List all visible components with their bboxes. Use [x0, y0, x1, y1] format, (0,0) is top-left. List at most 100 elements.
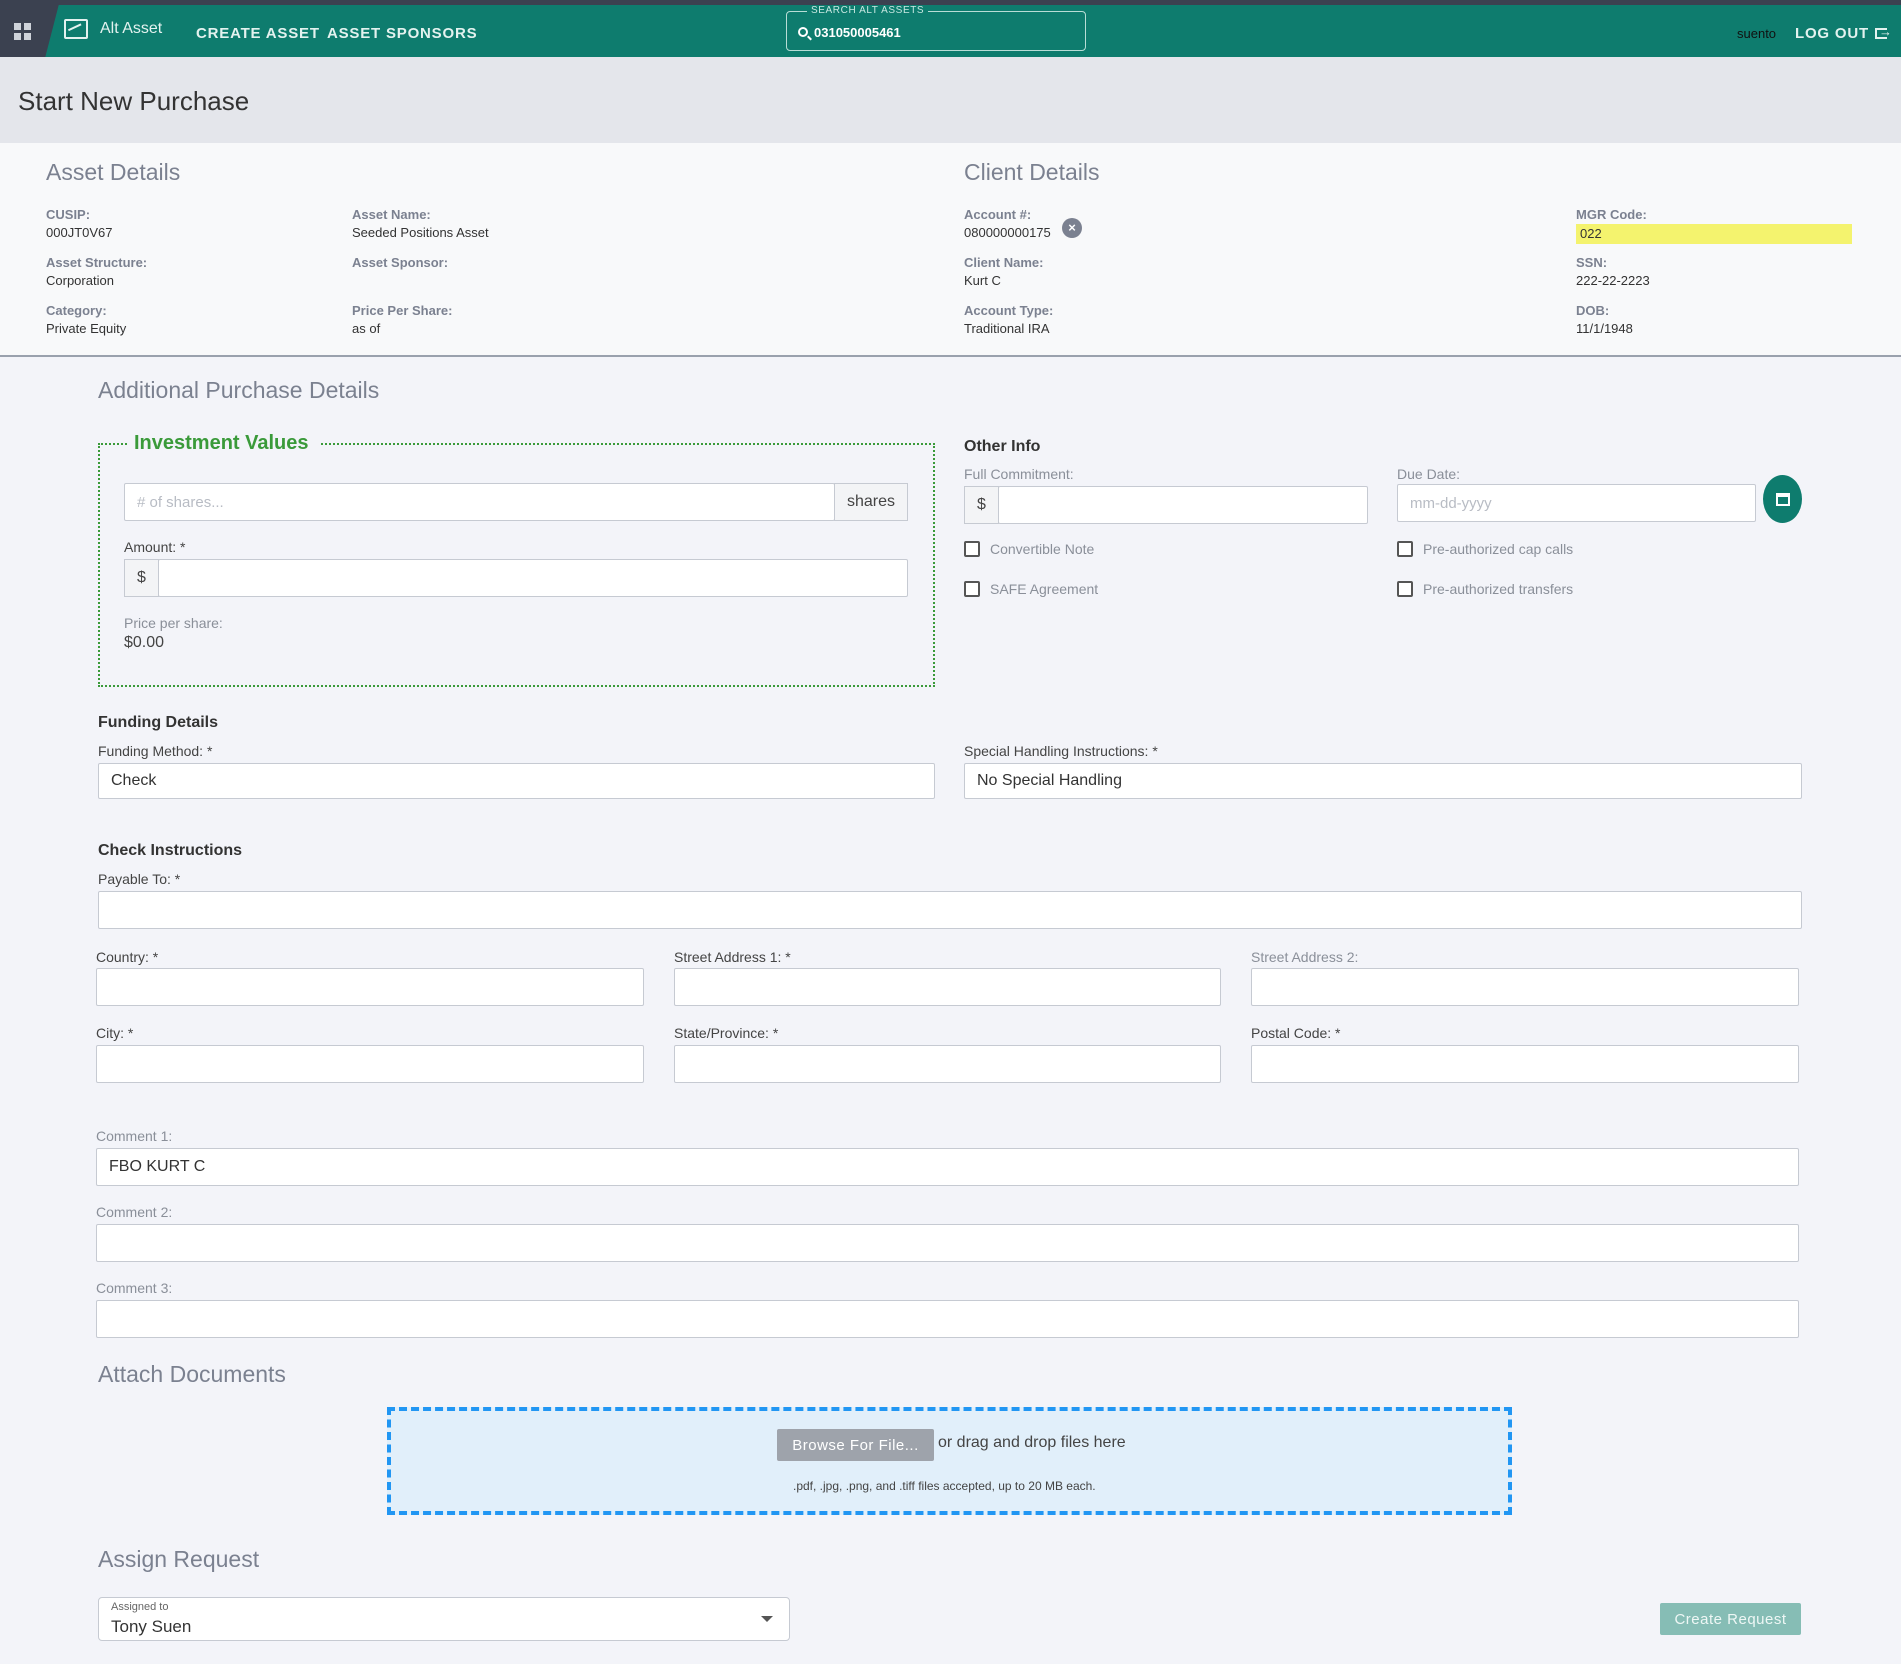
state-input[interactable]: [674, 1045, 1221, 1083]
special-handling-select[interactable]: No Special Handling: [964, 763, 1802, 799]
ssn-label: SSN:: [1576, 255, 1608, 270]
brand-link[interactable]: Alt Asset: [64, 19, 162, 39]
street1-input[interactable]: [674, 968, 1221, 1006]
client-details-heading: Client Details: [964, 159, 1100, 185]
asset-name-value: Seeded Positions Asset: [352, 225, 489, 240]
title-band: Start New Purchase: [0, 57, 1901, 143]
price-per-share-calc-value: $0.00: [124, 634, 165, 651]
special-handling-label: Special Handling Instructions: *: [964, 743, 1158, 759]
checkbox-box[interactable]: [964, 541, 980, 557]
account-type-value: Traditional IRA: [964, 321, 1050, 336]
clear-account-icon[interactable]: ×: [1062, 218, 1082, 238]
safe-agreement-checkbox[interactable]: SAFE Agreement: [964, 581, 1098, 597]
checkbox-label: Convertible Note: [990, 541, 1095, 557]
browse-file-button[interactable]: Browse For File...: [777, 1429, 934, 1461]
calendar-button[interactable]: [1763, 475, 1802, 523]
file-type-note: .pdf, .jpg, .png, and .tiff files accept…: [793, 1479, 1096, 1493]
convertible-note-checkbox[interactable]: Convertible Note: [964, 541, 1094, 557]
due-date-input[interactable]: mm-dd-yyyy: [1397, 484, 1756, 522]
payable-to-label: Payable To: *: [98, 871, 181, 887]
username: suento: [1737, 26, 1777, 41]
funding-method-label: Funding Method: *: [98, 743, 213, 759]
nav-asset-sponsors[interactable]: ASSET SPONSORS: [327, 25, 477, 42]
due-date-label: Due Date:: [1397, 466, 1461, 482]
assigned-to-value: Tony Suen: [111, 1617, 192, 1636]
mgr-code-label: MGR Code:: [1576, 207, 1647, 222]
full-commitment-label: Full Commitment:: [964, 466, 1074, 482]
city-input[interactable]: [96, 1045, 644, 1083]
street2-input[interactable]: [1251, 968, 1799, 1006]
create-request-button[interactable]: Create Request: [1660, 1603, 1801, 1635]
state-label: State/Province: *: [674, 1025, 779, 1041]
comment3-input[interactable]: [96, 1300, 1799, 1338]
account-value: 080000000175: [964, 225, 1051, 240]
comment1-input[interactable]: FBO KURT C: [96, 1148, 1799, 1186]
comment3-label: Comment 3:: [96, 1280, 173, 1296]
page-title: Start New Purchase: [18, 86, 250, 116]
account-type-label: Account Type:: [964, 303, 1054, 318]
logout-icon: [1874, 24, 1893, 39]
checkbox-box[interactable]: [1397, 541, 1413, 557]
checkbox-label: SAFE Agreement: [990, 581, 1099, 597]
search-input[interactable]: SEARCH ALT ASSETS 031050005461: [786, 5, 1086, 51]
nav-create-asset[interactable]: CREATE ASSET: [196, 25, 320, 42]
file-drop-zone[interactable]: [387, 1407, 1512, 1515]
top-navbar: Alt Asset CREATE ASSET ASSET SPONSORS SE…: [0, 0, 1901, 62]
price-per-share-value: as of: [352, 321, 381, 336]
checkbox-label: Pre-authorized transfers: [1423, 581, 1574, 597]
street2-label: Street Address 2:: [1251, 949, 1359, 965]
drop-instructions: or drag and drop files here: [938, 1434, 1126, 1451]
client-name-value: Kurt C: [964, 273, 1001, 288]
comment1-label: Comment 1:: [96, 1128, 173, 1144]
shares-addon: shares: [834, 483, 908, 521]
additional-details-heading: Additional Purchase Details: [98, 377, 380, 403]
shares-input[interactable]: # of shares...: [124, 483, 835, 521]
amount-label: Amount: *: [124, 539, 186, 555]
shares-placeholder: # of shares...: [137, 493, 224, 511]
client-name-label: Client Name:: [964, 255, 1044, 270]
other-info-title: Other Info: [964, 438, 1041, 455]
dob-label: DOB:: [1576, 303, 1610, 318]
due-date-placeholder: mm-dd-yyyy: [1410, 494, 1492, 512]
country-input[interactable]: [96, 968, 644, 1006]
investment-values-title: Investment Values: [128, 432, 321, 455]
search-value: 031050005461: [814, 25, 901, 40]
funding-details-title: Funding Details: [98, 714, 218, 731]
price-per-share-calc-label: Price per share:: [124, 615, 223, 631]
assign-request-heading: Assign Request: [98, 1546, 260, 1572]
asset-structure-value: Corporation: [46, 273, 114, 288]
account-label: Account #:: [964, 207, 1032, 222]
logo-icon: [64, 19, 88, 39]
comment2-input[interactable]: [96, 1224, 1799, 1262]
brand-name: Alt Asset: [100, 20, 163, 37]
cusip-value: 000JT0V67: [46, 225, 113, 240]
comment2-label: Comment 2:: [96, 1204, 173, 1220]
chevron-down-icon: [761, 1616, 773, 1622]
preauth-transfers-checkbox[interactable]: Pre-authorized transfers: [1397, 581, 1573, 597]
asset-details-heading: Asset Details: [46, 159, 181, 185]
search-legend: SEARCH ALT ASSETS: [807, 5, 929, 16]
check-instructions-title: Check Instructions: [98, 842, 243, 859]
price-per-share-label: Price Per Share:: [352, 303, 453, 318]
payable-to-input[interactable]: [98, 891, 1802, 929]
amount-input[interactable]: [158, 559, 908, 597]
apps-grid-button[interactable]: [0, 0, 60, 62]
calendar-icon: [1775, 492, 1790, 506]
commitment-currency-addon: $: [964, 486, 999, 524]
logout-button[interactable]: LOG OUT: [1795, 24, 1893, 42]
assigned-to-label: Assigned to: [111, 1601, 169, 1613]
funding-method-select[interactable]: Check: [98, 763, 935, 799]
street1-label: Street Address 1: *: [674, 949, 791, 965]
preauth-cap-calls-checkbox[interactable]: Pre-authorized cap calls: [1397, 541, 1573, 557]
full-commitment-input[interactable]: [998, 486, 1368, 524]
postal-code-input[interactable]: [1251, 1045, 1799, 1083]
logout-label: LOG OUT: [1795, 25, 1869, 42]
category-label: Category:: [46, 303, 107, 318]
search-icon: [798, 27, 808, 37]
mgr-code-value: 022: [1580, 226, 1602, 241]
assigned-to-select[interactable]: Assigned to Tony Suen: [98, 1597, 790, 1641]
checkbox-box[interactable]: [964, 581, 980, 597]
checkbox-label: Pre-authorized cap calls: [1423, 541, 1574, 557]
asset-structure-label: Asset Structure:: [46, 255, 148, 270]
checkbox-box[interactable]: [1397, 581, 1413, 597]
